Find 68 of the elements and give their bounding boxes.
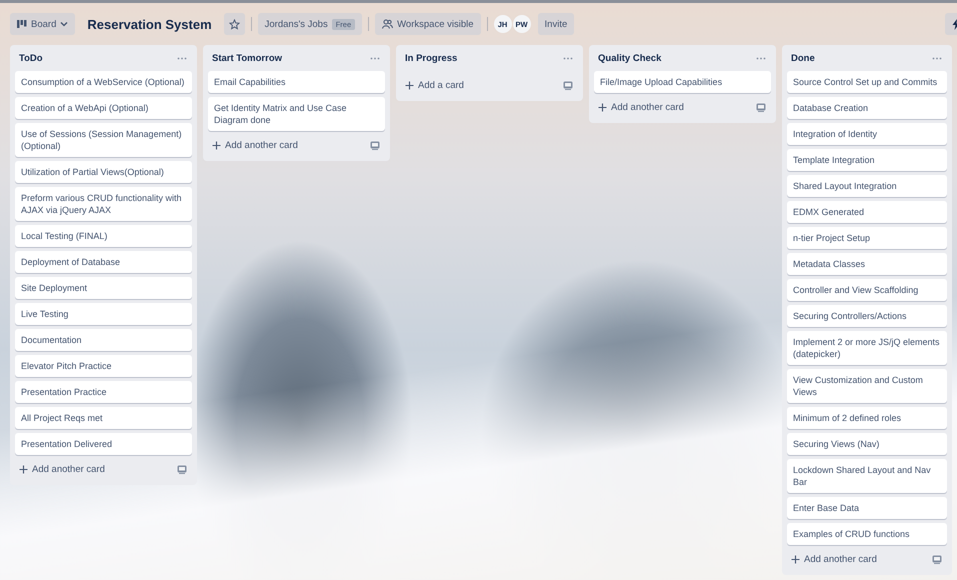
task-card[interactable]: Presentation Practice [15, 381, 192, 403]
more-icon[interactable] [932, 56, 942, 60]
task-card[interactable]: Metadata Classes [787, 253, 947, 275]
task-card[interactable]: Integration of Identity [787, 123, 947, 145]
task-card[interactable]: Source Control Set up and Commits [787, 71, 947, 93]
more-icon[interactable] [563, 56, 573, 60]
add-card-button[interactable]: Add a card [405, 80, 464, 90]
task-card[interactable]: Securing Views (Nav) [787, 433, 947, 455]
more-icon[interactable] [177, 56, 187, 60]
board-icon [17, 20, 27, 28]
task-card[interactable]: Controller and View Scaffolding [787, 279, 947, 301]
plus-icon [19, 464, 28, 474]
task-card[interactable]: Template Integration [787, 149, 947, 171]
more-icon[interactable] [370, 56, 380, 60]
task-card[interactable]: Presentation Delivered [15, 433, 192, 455]
add-card-button[interactable]: Add another card [212, 140, 298, 150]
template-icon[interactable] [177, 464, 187, 474]
chevron-down-icon [60, 21, 68, 27]
task-card[interactable]: Elevator Pitch Practice [15, 355, 192, 377]
plus-icon [212, 140, 221, 150]
task-card[interactable]: Implement 2 or more JS/jQ elements (datepicker) [787, 331, 947, 365]
star-button[interactable] [224, 13, 245, 35]
task-card[interactable]: Preform various CRUD functionality with AJAX via jQuery AJAX [15, 187, 192, 221]
task-card[interactable]: Shared Layout Integration [787, 175, 947, 197]
task-card[interactable]: Live Testing [15, 303, 192, 325]
task-card[interactable]: Email Capabilities [208, 71, 385, 93]
task-card[interactable]: File/Image Upload Capabilities [594, 71, 771, 93]
task-card[interactable]: EDMX Generated [787, 201, 947, 223]
task-card[interactable]: Database Creation [787, 97, 947, 119]
task-card[interactable]: All Project Reqs met [15, 407, 192, 429]
list-title[interactable]: Start Tomorrow [212, 52, 282, 64]
task-card[interactable]: Local Testing (FINAL) [15, 225, 192, 247]
add-card-button[interactable]: Add another card [598, 102, 684, 112]
template-icon[interactable] [563, 80, 573, 90]
add-card-button[interactable]: Add another card [791, 554, 877, 564]
task-card[interactable]: Minimum of 2 defined roles [787, 407, 947, 429]
board-title[interactable]: Reservation System [81, 16, 218, 32]
more-icon[interactable] [756, 56, 766, 60]
task-card[interactable]: Creation of a WebApi (Optional) [15, 97, 192, 119]
star-icon [228, 18, 240, 30]
template-icon[interactable] [370, 140, 380, 150]
task-card[interactable]: Site Deployment [15, 277, 192, 299]
task-card[interactable]: View Customization and Custom Views [787, 369, 947, 403]
list-title[interactable]: Quality Check [598, 52, 662, 64]
visibility-button[interactable]: Workspace visible [375, 13, 481, 35]
people-icon [382, 19, 394, 29]
list-title[interactable]: In Progress [405, 52, 458, 64]
task-card[interactable]: Securing Controllers/Actions [787, 305, 947, 327]
task-card[interactable]: Deployment of Database [15, 251, 192, 273]
task-card[interactable]: Utilization of Partial Views(Optional) [15, 161, 192, 183]
board-switcher-button[interactable]: Board [10, 13, 76, 35]
task-card[interactable]: Enter Base Data [787, 497, 947, 519]
task-card[interactable]: Documentation [15, 329, 192, 351]
template-icon[interactable] [932, 554, 942, 564]
plus-icon [405, 80, 414, 90]
task-card[interactable]: Lockdown Shared Layout and Nav Bar [787, 459, 947, 493]
plus-icon [791, 554, 800, 564]
task-card[interactable]: Examples of CRUD functions [787, 523, 947, 545]
add-card-button[interactable]: Add another card [19, 464, 105, 474]
task-card[interactable]: n-tier Project Setup [787, 227, 947, 249]
task-card[interactable]: Get Identity Matrix and Use Case Diagram done [208, 97, 385, 131]
task-card[interactable]: Consumption of a WebService (Optional) [15, 71, 192, 93]
template-icon[interactable] [756, 102, 766, 112]
invite-button[interactable]: Invite [538, 13, 574, 35]
list-title[interactable]: Done [791, 52, 815, 64]
task-card[interactable]: Use of Sessions (Session Management) (Optional) [15, 123, 192, 157]
plus-icon [598, 102, 607, 112]
list-title[interactable]: ToDo [19, 52, 43, 64]
